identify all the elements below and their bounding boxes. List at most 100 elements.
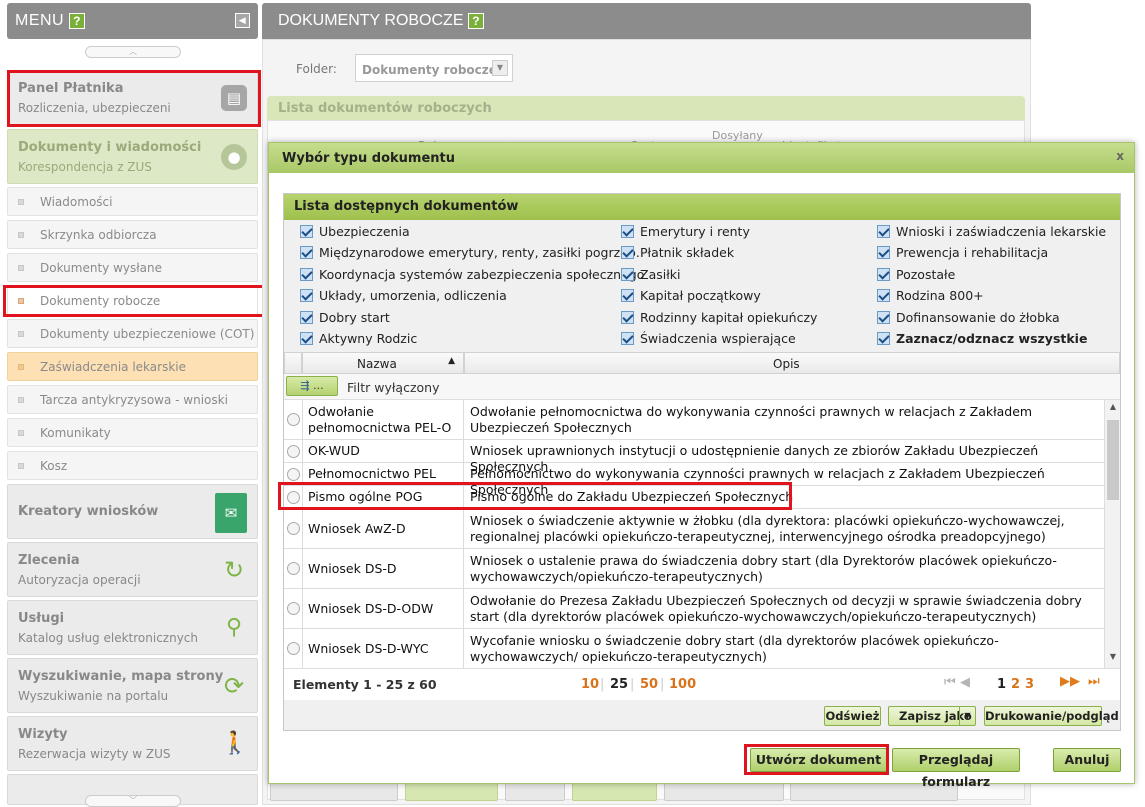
table-row[interactable]: OK-WUD Wniosek uprawnionych instytucji o…: [284, 440, 1104, 474]
folder-select[interactable]: Dokumenty robocze ▼: [355, 54, 513, 82]
sidebar-item-tarcza-antykryzysowa[interactable]: Tarcza antykryzysowa - wnioski: [7, 385, 258, 414]
checkbox-ubezpieczenia[interactable]: Ubezpieczenia: [300, 224, 410, 242]
save-as-button[interactable]: Zapisz jako ▼: [888, 706, 976, 726]
scroll-up-arrow-icon[interactable]: ▲: [1105, 402, 1121, 416]
radio-button[interactable]: [287, 413, 300, 426]
radio-button[interactable]: [287, 562, 300, 575]
checkbox-icon[interactable]: [621, 289, 634, 302]
next-page-icon[interactable]: ▶▶: [1060, 674, 1080, 689]
checkbox-koordynacja-systemow[interactable]: Koordynacja systemów zabezpieczenia społ…: [300, 267, 644, 285]
checkbox-prewencja-i-rehabilitacja[interactable]: Prewencja i rehabilitacja: [877, 245, 1048, 263]
page-size-option[interactable]: 50: [640, 677, 658, 692]
sidebar-item-skrzynka-odbiorcza[interactable]: Skrzynka odbiorcza: [7, 220, 258, 249]
radio-button[interactable]: [287, 642, 300, 655]
help-icon[interactable]: ?: [467, 12, 484, 29]
scroll-down-arrow-icon[interactable]: ▼: [1105, 652, 1121, 666]
col-header-name[interactable]: Nazwa ▲: [302, 352, 464, 374]
scroll-up-button[interactable]: ︿: [85, 46, 181, 58]
checkbox-kapital-poczatkowy[interactable]: Kapitał początkowy: [621, 288, 761, 306]
table-row[interactable]: Wniosek DS-D-ODW Odwołanie do Prezesa Za…: [284, 589, 1104, 629]
checkbox-aktywny-rodzic[interactable]: Aktywny Rodzic: [300, 331, 417, 349]
checkbox-icon[interactable]: [877, 225, 890, 238]
tile-dokumenty-i-wiadomosci[interactable]: Dokumenty i wiadomości Korespondencja z …: [7, 129, 258, 184]
tile-kreatory-wnioskow[interactable]: Kreatory wniosków ✉: [7, 484, 258, 539]
checkbox-icon[interactable]: [877, 311, 890, 324]
tile-wizyty[interactable]: Wizyty Rezerwacja wizyty w ZUS 🚶: [7, 716, 258, 771]
sidebar-item-zaswiadczenia-lekarskie[interactable]: Zaświadczenia lekarskie: [7, 352, 258, 381]
col-header-desc[interactable]: Opis: [464, 352, 1120, 374]
table-row[interactable]: Wniosek DS-D Wniosek o ustalenie prawa d…: [284, 549, 1104, 589]
page-size-current[interactable]: 25: [610, 677, 628, 692]
chevron-down-icon[interactable]: ▼: [959, 707, 975, 725]
refresh-button[interactable]: Odśwież: [824, 706, 881, 726]
checkbox-uklady-umorzenia[interactable]: Układy, umorzenia, odliczenia: [300, 288, 507, 306]
documents-rows: Odwołanie pełnomocnictwa PEL-O Odwołanie…: [284, 400, 1104, 668]
checkbox-icon[interactable]: [300, 246, 313, 259]
tile-zlecenia[interactable]: Zlecenia Autoryzacja operacji ↻: [7, 542, 258, 597]
page-current[interactable]: 1: [997, 677, 1006, 692]
radio-button[interactable]: [287, 468, 300, 481]
help-icon[interactable]: ?: [69, 12, 86, 29]
pager: Elementy 1 - 25 z 60 10 | 25 | 50 | 100 …: [284, 668, 1120, 698]
close-icon[interactable]: x: [1116, 149, 1124, 163]
checkbox-icon[interactable]: [621, 332, 634, 345]
checkbox-label: Rodzina 800+: [896, 288, 984, 303]
sidebar-item-komunikaty[interactable]: Komunikaty: [7, 418, 258, 447]
table-row[interactable]: Wniosek DS-D-WYC Wycofanie wniosku o świ…: [284, 629, 1104, 668]
page-size-option[interactable]: 10: [581, 677, 599, 692]
checkbox-icon[interactable]: [300, 268, 313, 281]
checkbox-label: Dobry start: [319, 310, 390, 325]
checkbox-icon[interactable]: [300, 311, 313, 324]
checkbox-icon[interactable]: [300, 225, 313, 238]
doc-name: OK-WUD: [302, 440, 464, 462]
sidebar-item-dokumenty-ubezpieczeniowe[interactable]: Dokumenty ubezpieczeniowe (COT): [7, 319, 258, 348]
print-preview-button[interactable]: Drukowanie/podgląd: [984, 706, 1119, 726]
drafts-list-header: Lista dokumentów roboczych: [267, 96, 1025, 120]
collapse-menu-icon[interactable]: ◀: [235, 13, 250, 28]
radio-button[interactable]: [287, 602, 300, 615]
checkbox-dobry-start[interactable]: Dobry start: [300, 310, 390, 328]
filter-button[interactable]: ⇶ ...: [286, 376, 338, 396]
sidebar-item-kosz[interactable]: Kosz: [7, 451, 258, 480]
checkbox-icon[interactable]: [300, 289, 313, 302]
checkbox-icon[interactable]: [877, 246, 890, 259]
checkbox-emerytury-i-renty[interactable]: Emerytury i renty: [621, 224, 750, 242]
checkbox-icon[interactable]: [877, 332, 890, 345]
page-link[interactable]: 2: [1011, 677, 1020, 692]
checkbox-icon[interactable]: [621, 225, 634, 238]
checkbox-icon[interactable]: [621, 246, 634, 259]
checkbox-zasilki[interactable]: Zasiłki: [621, 267, 680, 285]
checkbox-label: Zasiłki: [640, 267, 681, 282]
tile-uslugi[interactable]: Usługi Katalog usług elektronicznych ⚲: [7, 600, 258, 655]
scroll-down-button[interactable]: ﹀: [85, 795, 181, 807]
radio-button[interactable]: [287, 445, 300, 458]
page-link[interactable]: 3: [1025, 677, 1034, 692]
grid-scrollbar[interactable]: ▲ ▼: [1104, 400, 1120, 668]
checkbox-icon[interactable]: [877, 289, 890, 302]
checkbox-swiadczenia-wspierajace[interactable]: Świadczenia wspierające: [621, 331, 796, 349]
last-page-icon[interactable]: ⏭: [1088, 674, 1100, 689]
checkbox-wnioski-zaswiadczenia-lekarskie[interactable]: Wnioski i zaświadczenia lekarskie: [877, 224, 1106, 242]
checkbox-icon[interactable]: [300, 332, 313, 345]
checkbox-icon[interactable]: [877, 268, 890, 281]
table-row[interactable]: Wniosek AwZ-D Wniosek o świadczenie akty…: [284, 509, 1104, 549]
checkbox-miedzynarodowe-emerytury[interactable]: Międzynarodowe emerytury, renty, zasiłki…: [300, 245, 640, 263]
checkbox-platnik-skladek[interactable]: Płatnik składek: [621, 245, 734, 263]
browse-form-button[interactable]: Przeglądaj formularz: [892, 748, 1020, 789]
page-size-option[interactable]: 100: [669, 677, 696, 692]
tile-subtitle: Autoryzacja operacji: [18, 573, 141, 587]
tile-wyszukiwanie[interactable]: Wyszukiwanie, mapa strony Wyszukiwanie n…: [7, 658, 258, 713]
cancel-button[interactable]: Anuluj: [1053, 748, 1121, 772]
scrollbar-thumb[interactable]: [1107, 420, 1119, 500]
checkbox-rodzinny-kapital-opiekunczy[interactable]: Rodzinny kapitał opiekuńczy: [621, 310, 817, 328]
checkbox-select-all[interactable]: Zaznacz/odznacz wszystkie: [877, 331, 1087, 349]
table-row[interactable]: Odwołanie pełnomocnictwa PEL-O Odwołanie…: [284, 400, 1104, 440]
checkbox-pozostale[interactable]: Pozostałe: [877, 267, 955, 285]
checkbox-dofinansowanie-do-zlobka[interactable]: Dofinansowanie do żłobka: [877, 310, 1060, 328]
checkbox-icon[interactable]: [621, 311, 634, 324]
checkbox-icon[interactable]: [621, 268, 634, 281]
checkbox-rodzina-800[interactable]: Rodzina 800+: [877, 288, 984, 306]
sidebar-item-wiadomosci[interactable]: Wiadomości: [7, 187, 258, 216]
radio-button[interactable]: [287, 522, 300, 535]
sidebar-item-dokumenty-wyslane[interactable]: Dokumenty wysłane: [7, 253, 258, 282]
